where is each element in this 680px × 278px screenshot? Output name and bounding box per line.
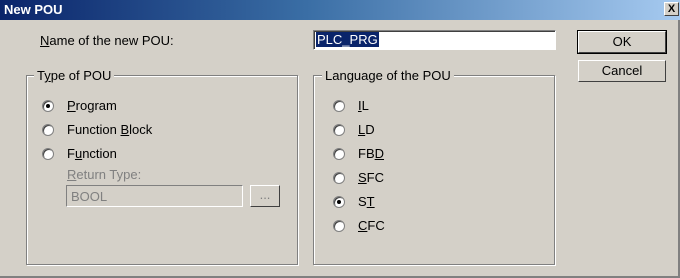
label-accel: N [40, 33, 50, 48]
option-text: F [67, 146, 75, 161]
pou-name-input[interactable]: PLC_PRG [313, 30, 556, 50]
label-text: ame of the new POU: [49, 33, 174, 48]
label-accel: R [67, 167, 77, 182]
language-ld-label[interactable]: LD [358, 122, 375, 137]
return-type-label: Return Type: [67, 167, 141, 182]
function-radio[interactable] [42, 148, 54, 160]
program-radio[interactable] [42, 100, 54, 112]
option-text: lock [129, 122, 153, 137]
language-cfc-label[interactable]: CFC [358, 218, 385, 233]
legend-text: pe of POU [50, 68, 112, 83]
type-of-pou-legend: Type of POU [34, 68, 115, 83]
language-of-pou-group [313, 75, 555, 265]
option-accel: B [120, 122, 130, 137]
option-accel: D [374, 146, 385, 161]
title-bar: New POU X [0, 0, 680, 20]
language-fbd-label[interactable]: FBD [358, 146, 384, 161]
option-accel: C [358, 218, 368, 233]
new-pou-dialog: New POU X Name of the new POU: PLC_PRG O… [0, 0, 680, 278]
option-text: FC [366, 170, 385, 185]
option-text: Function [67, 122, 121, 137]
language-il-label[interactable]: IL [358, 98, 369, 113]
browse-button[interactable]: ... [250, 185, 280, 207]
option-text: nction [82, 146, 117, 161]
option-accel: S [358, 170, 367, 185]
function-option-label[interactable]: Function [67, 146, 117, 161]
ok-button[interactable]: OK [577, 30, 667, 54]
language-st-radio[interactable] [333, 196, 345, 208]
language-sfc-radio[interactable] [333, 172, 345, 184]
label-text: eturn Type: [76, 167, 142, 182]
program-option-label[interactable]: Program [67, 98, 117, 113]
option-accel: T [366, 194, 375, 209]
return-type-value: BOOL [71, 189, 108, 204]
pou-name-label: Name of the new POU: [40, 33, 174, 48]
option-text: S [358, 194, 367, 209]
return-type-input[interactable]: BOOL [66, 185, 243, 207]
pou-name-value: PLC_PRG [316, 32, 379, 47]
option-text: FB [358, 146, 375, 161]
language-il-radio[interactable] [333, 100, 345, 112]
window-title: New POU [4, 2, 63, 17]
language-cfc-radio[interactable] [333, 220, 345, 232]
close-button[interactable]: X [664, 2, 679, 16]
language-ld-radio[interactable] [333, 124, 345, 136]
language-sfc-label[interactable]: SFC [358, 170, 384, 185]
language-fbd-radio[interactable] [333, 148, 345, 160]
language-legend: Language of the POU [322, 68, 454, 83]
cancel-button[interactable]: Cancel [578, 60, 666, 82]
option-text: D [365, 122, 375, 137]
option-text: FC [367, 218, 385, 233]
option-text: rogram [75, 98, 117, 113]
option-text: L [361, 98, 369, 113]
language-st-label[interactable]: ST [358, 194, 375, 209]
function-block-option-label[interactable]: Function Block [67, 122, 152, 137]
function-block-radio[interactable] [42, 124, 54, 136]
option-accel: P [67, 98, 76, 113]
